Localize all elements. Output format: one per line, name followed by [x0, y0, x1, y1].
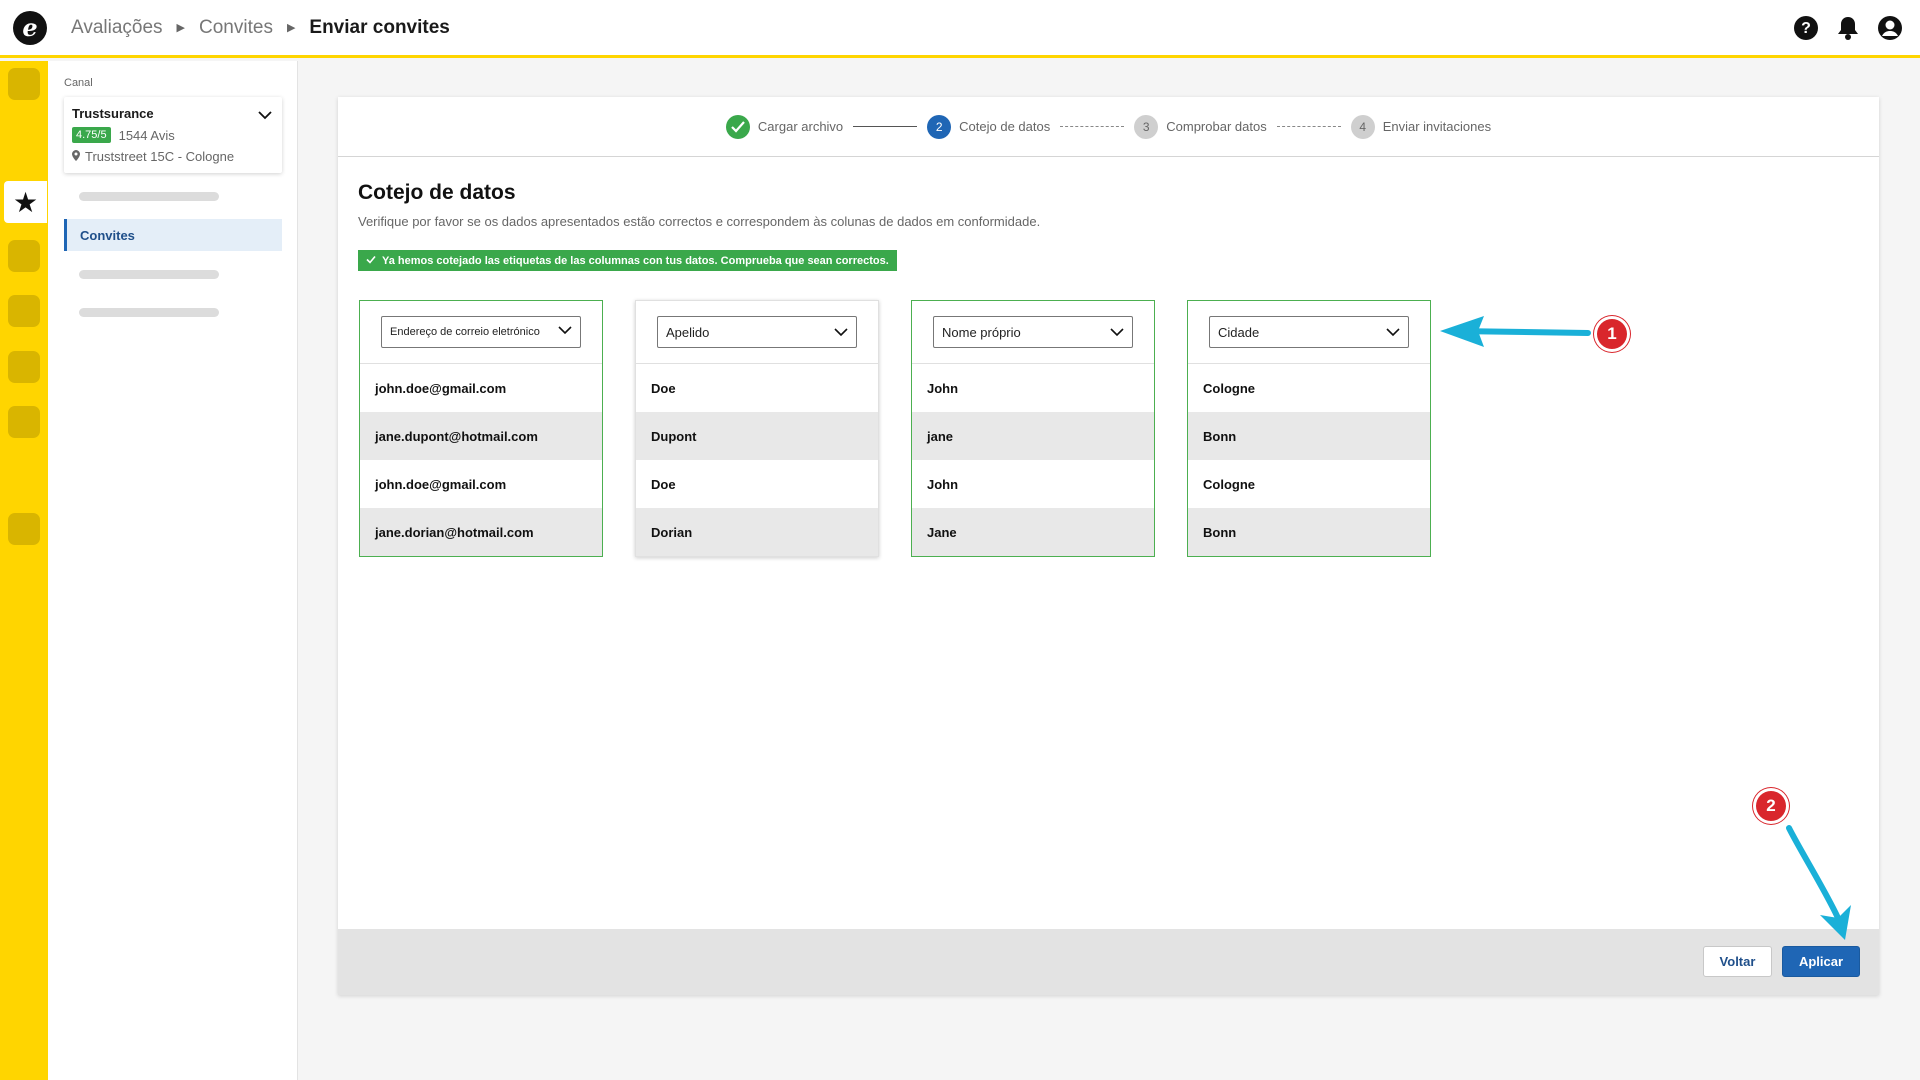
breadcrumb-convites[interactable]: Convites	[199, 17, 273, 39]
mapping-card: Cargar archivo 2 Cotejo de datos 3 Compr…	[338, 97, 1879, 995]
breadcrumb: Avaliações ▶ Convites ▶ Enviar convites	[71, 17, 450, 39]
step-connector	[1276, 126, 1341, 127]
mapping-column-email: Endereço de correio eletrónico john.doe@…	[359, 300, 603, 557]
review-count: 1544 Avis	[118, 127, 175, 143]
rail-button[interactable]	[8, 513, 40, 545]
star-icon[interactable]: ★	[4, 181, 47, 223]
select-value: Nome próprio	[942, 324, 1021, 340]
step-connector	[853, 126, 918, 127]
data-cell: jane	[912, 412, 1154, 460]
rail-button[interactable]	[8, 406, 40, 438]
select-value: Apelido	[666, 324, 710, 340]
top-header: e Avaliações ▶ Convites ▶ Enviar convite…	[0, 0, 1920, 58]
rail-button[interactable]	[8, 68, 40, 100]
breadcrumb-avaliacoes[interactable]: Avaliações	[71, 17, 163, 39]
caret-right-icon: ▶	[286, 22, 296, 34]
canal-label: Canal	[64, 77, 93, 89]
mapping-column-firstname: Nome próprio John jane John Jane	[911, 300, 1155, 557]
app-rail: ★	[0, 61, 48, 1080]
annotation-marker-2: 2	[1753, 788, 1789, 824]
data-cell: john.doe@gmail.com	[375, 380, 507, 396]
data-cell: jane.dorian@hotmail.com	[360, 508, 602, 556]
step-connector	[1060, 126, 1125, 127]
chevron-down-icon	[1110, 325, 1124, 340]
step-4: 4 Enviar invitaciones	[1350, 114, 1492, 139]
rating-badge: 4.75/5	[72, 127, 111, 143]
user-icon[interactable]	[1876, 14, 1904, 42]
stepper: Cargar archivo 2 Cotejo de datos 3 Compr…	[338, 97, 1879, 157]
page-description: Verifique por favor se os dados apresent…	[358, 214, 1041, 229]
step-3: 3 Comprobar datos	[1134, 114, 1267, 139]
data-cell: jane.dupont@hotmail.com	[360, 412, 602, 460]
step-2: 2 Cotejo de datos	[927, 114, 1051, 139]
left-panel: Canal Trustsurance 4.75/5 1544 Avis Trus…	[48, 61, 298, 1080]
data-cell: Jane	[912, 508, 1154, 556]
step-label: Comprobar datos	[1166, 119, 1267, 134]
step-label: Enviar invitaciones	[1382, 119, 1492, 134]
data-cell: John	[927, 476, 959, 492]
chevron-down-icon	[834, 325, 848, 340]
step-1: Cargar archivo	[725, 114, 844, 139]
data-cell: Doe	[651, 380, 676, 396]
nav-placeholder	[79, 270, 219, 279]
success-banner: Ya hemos cotejado las etiquetas de las c…	[358, 250, 897, 271]
column-select[interactable]: Cidade	[1209, 316, 1409, 348]
data-cell: Bonn	[1188, 412, 1430, 460]
card-footer: Voltar Aplicar	[338, 929, 1879, 995]
app-logo[interactable]: e	[13, 10, 47, 45]
nav-placeholder	[79, 308, 219, 317]
checkmark-icon	[725, 114, 750, 139]
column-select[interactable]: Apelido	[657, 316, 857, 348]
select-value: Endereço de correio eletrónico	[390, 326, 540, 338]
apply-button[interactable]: Aplicar	[1782, 946, 1860, 977]
bell-icon[interactable]	[1834, 14, 1862, 42]
back-button[interactable]: Voltar	[1703, 946, 1772, 977]
step-number: 3	[1134, 114, 1159, 139]
step-label: Cargar archivo	[757, 119, 844, 134]
column-mapping: Endereço de correio eletrónico john.doe@…	[359, 300, 1431, 557]
data-cell: Bonn	[1188, 508, 1430, 556]
nav-placeholder	[79, 192, 219, 201]
data-cell: Dupont	[636, 412, 878, 460]
check-icon	[366, 255, 376, 267]
annotation-marker-1: 1	[1594, 316, 1630, 352]
column-select[interactable]: Nome próprio	[933, 316, 1133, 348]
chevron-down-icon	[558, 326, 572, 338]
channel-name: Trustsurance	[72, 106, 154, 121]
channel-selector[interactable]: Trustsurance 4.75/5 1544 Avis Truststree…	[64, 97, 282, 173]
caret-right-icon: ▶	[176, 22, 186, 34]
chevron-down-icon	[1386, 325, 1400, 340]
data-cell: John	[927, 380, 959, 396]
chevron-down-icon[interactable]	[258, 107, 272, 125]
page-title: Cotejo de datos	[358, 181, 516, 204]
rail-button[interactable]	[8, 351, 40, 383]
breadcrumb-current: Enviar convites	[309, 16, 450, 38]
location-pin-icon	[72, 149, 80, 164]
channel-address: Truststreet 15C - Cologne	[85, 149, 235, 164]
data-cell: Cologne	[1203, 476, 1255, 492]
data-cell: john.doe@gmail.com	[375, 476, 507, 492]
data-cell: Cologne	[1203, 380, 1255, 396]
header-icons: ?	[1792, 14, 1904, 42]
data-cell: Doe	[651, 476, 676, 492]
sidebar-item-convites[interactable]: Convites	[64, 219, 282, 251]
rail-button[interactable]	[8, 295, 40, 327]
column-select[interactable]: Endereço de correio eletrónico	[381, 316, 581, 348]
banner-text: Ya hemos cotejado las etiquetas de las c…	[382, 254, 889, 267]
step-number: 2	[927, 114, 952, 139]
mapping-column-surname: Apelido Doe Dupont Doe Dorian	[635, 300, 879, 557]
select-value: Cidade	[1218, 324, 1260, 340]
rail-button[interactable]	[8, 240, 40, 272]
step-number: 4	[1350, 114, 1375, 139]
step-label: Cotejo de datos	[959, 119, 1051, 134]
help-icon[interactable]: ?	[1792, 14, 1820, 42]
data-cell: Dorian	[636, 508, 878, 556]
mapping-column-city: Cidade Cologne Bonn Cologne Bonn	[1187, 300, 1431, 557]
svg-text:?: ?	[1801, 20, 1811, 37]
